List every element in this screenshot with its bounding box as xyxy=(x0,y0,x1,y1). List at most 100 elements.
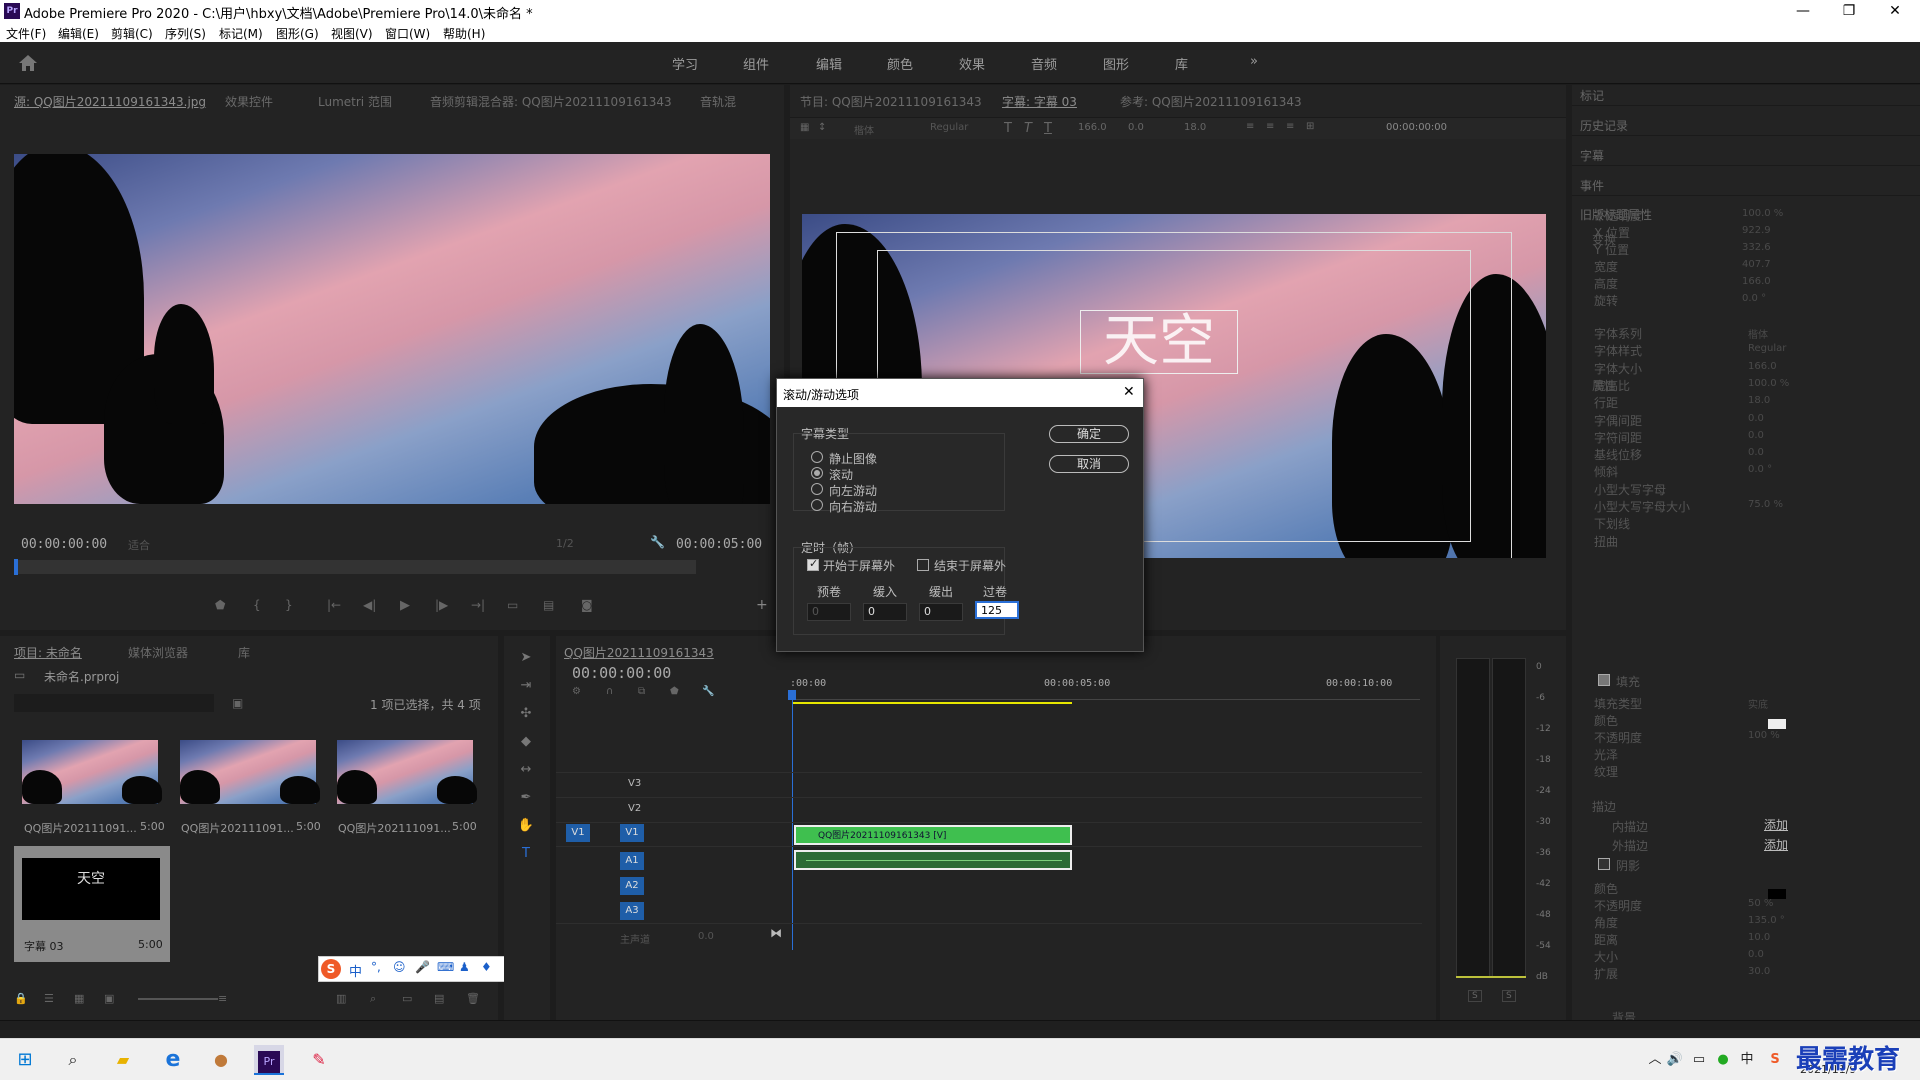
tab-stops-icon[interactable]: ⊞ xyxy=(1306,121,1314,132)
tab-project[interactable]: 项目: 未命名 xyxy=(14,644,82,661)
track-a1-label[interactable]: A1 xyxy=(620,852,644,870)
workspace-libraries[interactable]: 库 xyxy=(1175,54,1188,73)
tab-source[interactable]: 源: QQ图片20211109161343.jpg xyxy=(14,93,206,110)
shadow-checkbox[interactable] xyxy=(1598,858,1610,870)
fill-prop-value[interactable]: 实底 xyxy=(1748,696,1768,711)
leading-value[interactable]: 18.0 xyxy=(1184,122,1206,133)
menu-help[interactable]: 帮助(H) xyxy=(443,25,485,42)
file-explorer-icon[interactable]: ▰ xyxy=(108,1045,138,1075)
tab-libraries[interactable]: 库 xyxy=(238,644,250,661)
trash-icon[interactable]: 🗑 xyxy=(466,992,480,1005)
start-offscreen-checkbox[interactable]: ✓ xyxy=(807,557,819,571)
time-ruler[interactable] xyxy=(790,694,1420,700)
lock-icon[interactable]: 🔒 xyxy=(14,992,28,1005)
attribute-prop-value[interactable]: 0.0 xyxy=(1748,430,1764,441)
ime-language[interactable]: 中 xyxy=(349,961,362,980)
menu-view[interactable]: 视图(V) xyxy=(331,25,373,42)
close-button[interactable]: ✕ xyxy=(1872,0,1918,22)
track-a2-label[interactable]: A2 xyxy=(620,877,644,895)
attribute-prop-value[interactable]: 75.0 % xyxy=(1748,499,1783,510)
shadow-prop-value[interactable]: 0.0 xyxy=(1748,949,1764,960)
sogou-tray-icon[interactable]: S xyxy=(1760,1045,1790,1075)
workspace-assembly[interactable]: 组件 xyxy=(743,54,769,73)
workspace-editing[interactable]: 编辑 xyxy=(816,54,842,73)
workspace-color[interactable]: 颜色 xyxy=(887,54,913,73)
paint-app-icon[interactable]: ✎ xyxy=(304,1045,334,1075)
tab-timeline-sequence[interactable]: QQ图片20211109161343 xyxy=(564,644,714,661)
go-to-in-icon[interactable]: |← xyxy=(327,598,341,612)
minimize-button[interactable]: — xyxy=(1780,0,1826,22)
selection-tool-icon[interactable]: ➤ xyxy=(516,650,536,670)
edge-browser-icon[interactable]: e xyxy=(158,1045,188,1075)
step-forward-icon[interactable]: |▶ xyxy=(435,598,448,612)
project-item-thumb-3[interactable] xyxy=(337,740,477,804)
step-back-icon[interactable]: ◀| xyxy=(363,598,376,612)
menu-window[interactable]: 窗口(W) xyxy=(385,25,430,42)
source-patch-v1[interactable]: V1 xyxy=(566,824,590,842)
align-center-icon[interactable]: ≡ xyxy=(1266,121,1274,132)
menu-marker[interactable]: 标记(M) xyxy=(219,25,263,42)
font-family-select[interactable]: 楷体 xyxy=(854,122,874,137)
radio-crawl-left[interactable] xyxy=(811,483,823,495)
tab-lumetri-scopes[interactable]: Lumetri 范围 xyxy=(318,93,392,110)
source-resolution-select[interactable]: 1/2 xyxy=(556,537,574,550)
tab-media-browser[interactable]: 媒体浏览器 xyxy=(128,644,188,661)
mark-out-icon[interactable]: } xyxy=(285,598,293,612)
snap-icon[interactable]: ∩ xyxy=(606,686,613,697)
mark-in-icon[interactable]: { xyxy=(253,598,261,612)
radio-still[interactable] xyxy=(811,451,823,463)
playhead-handle[interactable] xyxy=(788,690,796,700)
tab-program[interactable]: 节目: QQ图片20211109161343 xyxy=(800,93,982,110)
attribute-prop-value[interactable]: 0.0 ° xyxy=(1748,464,1772,475)
menu-edit[interactable]: 编辑(E) xyxy=(58,25,99,42)
timeline-timecode[interactable]: 00:00:00:00 xyxy=(572,664,671,682)
title-timecode[interactable]: 00:00:00:00 xyxy=(1386,122,1447,133)
hand-tool-icon[interactable]: ✋ xyxy=(516,818,536,838)
workspace-effects[interactable]: 效果 xyxy=(959,54,985,73)
zoom-slider[interactable] xyxy=(138,998,218,1000)
tab-title[interactable]: 字幕: 字幕 03 xyxy=(1002,93,1077,110)
align-left-icon[interactable]: ≡ xyxy=(1246,121,1254,132)
go-to-out-icon[interactable]: →| xyxy=(471,598,485,612)
video-clip[interactable]: QQ图片20211109161343 [V] xyxy=(794,825,1072,845)
stroke-group[interactable]: 描边 xyxy=(1592,798,1616,815)
slip-tool-icon[interactable]: ↔ xyxy=(516,762,536,782)
freeform-view-icon[interactable]: ▣ xyxy=(104,992,114,1005)
export-frame-icon[interactable]: ◙ xyxy=(581,598,593,612)
radio-roll[interactable] xyxy=(811,467,823,479)
overwrite-icon[interactable]: ▤ xyxy=(543,598,554,612)
source-scrub-bar[interactable] xyxy=(16,560,696,574)
wrench-icon[interactable]: 🔧 xyxy=(650,535,665,549)
premiere-taskbar-icon[interactable]: Pr xyxy=(254,1045,284,1075)
tab-effect-controls[interactable]: 效果控件 xyxy=(225,93,273,110)
maximize-button[interactable]: ❐ xyxy=(1826,0,1872,22)
linked-selection-icon[interactable]: ⧉ xyxy=(638,686,645,697)
tab-reference[interactable]: 参考: QQ图片20211109161343 xyxy=(1120,93,1302,110)
outer-stroke-add[interactable]: 添加 xyxy=(1764,836,1788,853)
track-select-tool-icon[interactable]: ⇥ xyxy=(516,678,536,698)
dialog-close-icon[interactable]: ✕ xyxy=(1123,384,1135,400)
workspace-more-icon[interactable]: » xyxy=(1250,54,1258,69)
bold-icon[interactable]: T xyxy=(1004,121,1012,136)
radio-crawl-right[interactable] xyxy=(811,499,823,511)
preroll-input[interactable]: 0 xyxy=(807,603,851,621)
work-area-bar[interactable] xyxy=(792,702,1072,704)
insert-icon[interactable]: ▭ xyxy=(507,598,518,612)
attribute-prop-value[interactable]: 100.0 % xyxy=(1748,378,1789,389)
attribute-prop-value[interactable]: 0.0 xyxy=(1748,413,1764,424)
app-avatar-icon[interactable]: ● xyxy=(206,1045,236,1075)
workspace-audio[interactable]: 音频 xyxy=(1031,54,1057,73)
shadow-prop-value[interactable]: 10.0 xyxy=(1748,932,1770,943)
new-item-icon[interactable]: ▤ xyxy=(434,992,444,1005)
tab-audio-track-mixer[interactable]: 音轨混 xyxy=(700,93,736,110)
transform-prop-value[interactable]: 166.0 xyxy=(1742,276,1771,287)
section-history[interactable]: 历史记录 xyxy=(1580,117,1628,134)
pen-tool-icon[interactable]: ✒ xyxy=(516,790,536,810)
ime-tray-icon[interactable]: 中 xyxy=(1732,1045,1762,1075)
project-search-input[interactable] xyxy=(14,694,214,712)
shadow-prop-value[interactable]: 30.0 xyxy=(1748,966,1770,977)
align-right-icon[interactable]: ≡ xyxy=(1286,121,1294,132)
track-v2-label[interactable]: V2 xyxy=(628,803,641,814)
search-icon[interactable]: ⌕ xyxy=(58,1045,88,1075)
track-v1-label[interactable]: V1 xyxy=(620,824,644,842)
